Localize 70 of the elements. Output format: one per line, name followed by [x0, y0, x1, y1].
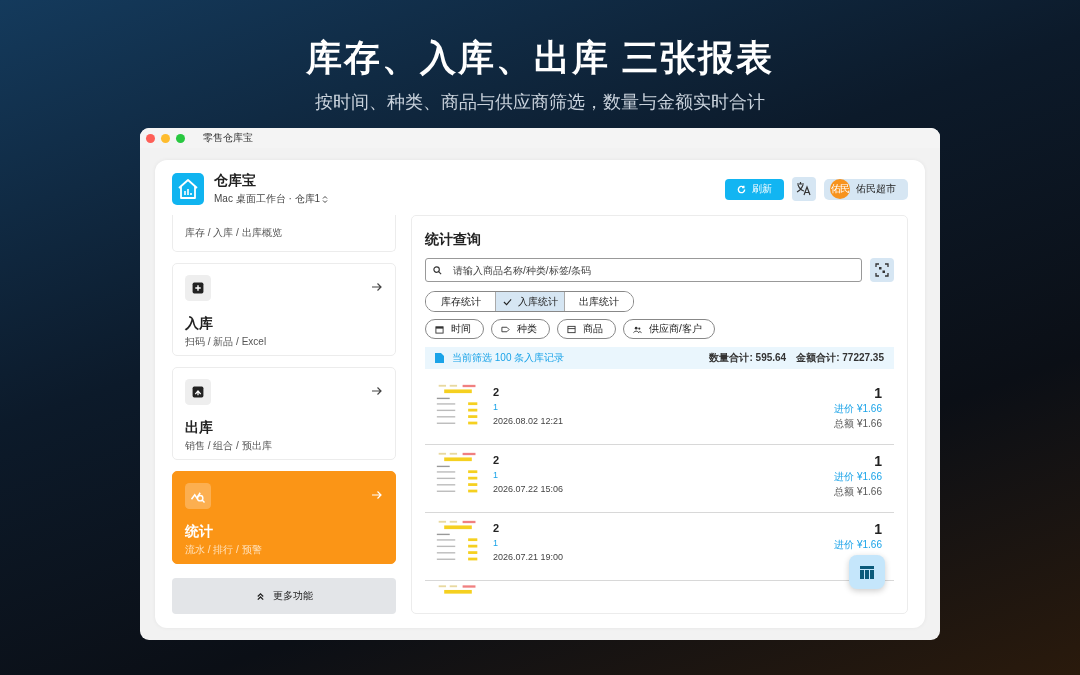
record-quantity: 1	[874, 385, 882, 401]
arrow-right-icon	[371, 489, 383, 501]
nav-subtitle: 流水 / 排行 / 预警	[185, 543, 263, 557]
filter-chip[interactable]: 供应商/客户	[623, 319, 715, 339]
box-icon	[567, 324, 576, 334]
store-avatar: 佑民	[830, 179, 850, 199]
nav-subtitle: 扫码 / 新品 / Excel	[185, 335, 268, 349]
tag-icon	[501, 324, 510, 334]
chevron-up-icon	[255, 591, 265, 601]
record-quantity: 1	[874, 521, 882, 537]
nav-card[interactable]: 库存 / 入库 / 出库概览	[172, 215, 396, 252]
report-tab[interactable]: 入库统计	[495, 292, 564, 311]
refresh-icon	[737, 184, 746, 194]
record-category: 1	[493, 401, 499, 413]
more-features-button[interactable]: 更多功能	[172, 578, 396, 614]
arrow-right-icon	[371, 385, 383, 397]
scan-icon[interactable]	[870, 258, 894, 282]
record-total: 总额 ¥1.66	[834, 417, 882, 431]
filter-chip[interactable]: 时间	[425, 319, 484, 339]
app-name: 仓库宝	[214, 172, 257, 190]
store-selector[interactable]: 佑民 佑民超市	[824, 178, 908, 200]
updown-icon[interactable]	[322, 194, 329, 204]
arrow-right-icon	[371, 281, 383, 293]
nav-title: 统计	[185, 523, 214, 540]
subheadline: 按时间、种类、商品与供应商筛选，数量与金额实时合计	[315, 91, 765, 114]
zoom-button[interactable]	[176, 133, 185, 143]
people-icon	[633, 324, 642, 334]
nav-subtitle: 销售 / 组合 / 预出库	[185, 439, 273, 453]
search-field[interactable]: 请输入商品名称/种类/标签/条码	[425, 258, 862, 282]
report-tab[interactable]: 出库统计	[564, 292, 633, 311]
headline: 库存、入库、出库 三张报表	[306, 36, 774, 80]
record-name: 2	[493, 521, 501, 535]
plus-square-icon	[185, 275, 211, 301]
record-total: 总额 ¥1.66	[834, 485, 882, 499]
minimize-button[interactable]	[161, 133, 170, 143]
chart-search-icon	[185, 483, 211, 509]
record-price: 进价 ¥1.66	[834, 402, 882, 416]
record-price: 进价 ¥1.66	[834, 538, 882, 552]
nav-card[interactable]: 出库 销售 / 组合 / 预出库	[172, 367, 396, 460]
table-view-button[interactable]	[849, 555, 885, 589]
nav-title: 出库	[185, 419, 214, 436]
record-date: 2026.07.21 19:00	[493, 552, 565, 562]
filter-chip[interactable]: 种类	[491, 319, 550, 339]
panel-title: 统计查询	[425, 230, 482, 248]
search-icon	[433, 265, 442, 275]
check-icon	[502, 297, 512, 306]
workspace-label: Mac 桌面工作台 · 仓库1	[214, 192, 321, 206]
record-category: 1	[493, 537, 499, 549]
filter-chip[interactable]: 商品	[557, 319, 616, 339]
document-icon	[435, 353, 444, 363]
nav-subtitle: 库存 / 入库 / 出库概览	[185, 226, 283, 240]
record-date: 2026.07.22 15:06	[493, 484, 565, 494]
window-title: 零售仓库宝	[203, 131, 253, 145]
close-button[interactable]	[146, 133, 155, 143]
record-date: 2026.08.02 12:21	[493, 416, 565, 426]
record-quantity: 1	[874, 453, 882, 469]
record-name: 2	[493, 453, 501, 467]
record-price: 进价 ¥1.66	[834, 470, 882, 484]
quantity-total: 数量合计: 595.64	[709, 351, 787, 365]
record-name: 2	[493, 385, 501, 399]
nav-title: 入库	[185, 315, 214, 332]
nav-card[interactable]: 入库 扫码 / 新品 / Excel	[172, 263, 396, 356]
summary-text: 当前筛选 100 条入库记录	[452, 351, 565, 365]
table-icon	[860, 565, 874, 579]
amount-total: 金额合计: 77227.35	[796, 351, 884, 365]
house-logo-icon	[172, 173, 204, 205]
image-upload-icon	[185, 379, 211, 405]
record-category: 1	[493, 469, 499, 481]
translate-icon[interactable]	[792, 177, 816, 201]
calendar-icon	[435, 324, 444, 334]
